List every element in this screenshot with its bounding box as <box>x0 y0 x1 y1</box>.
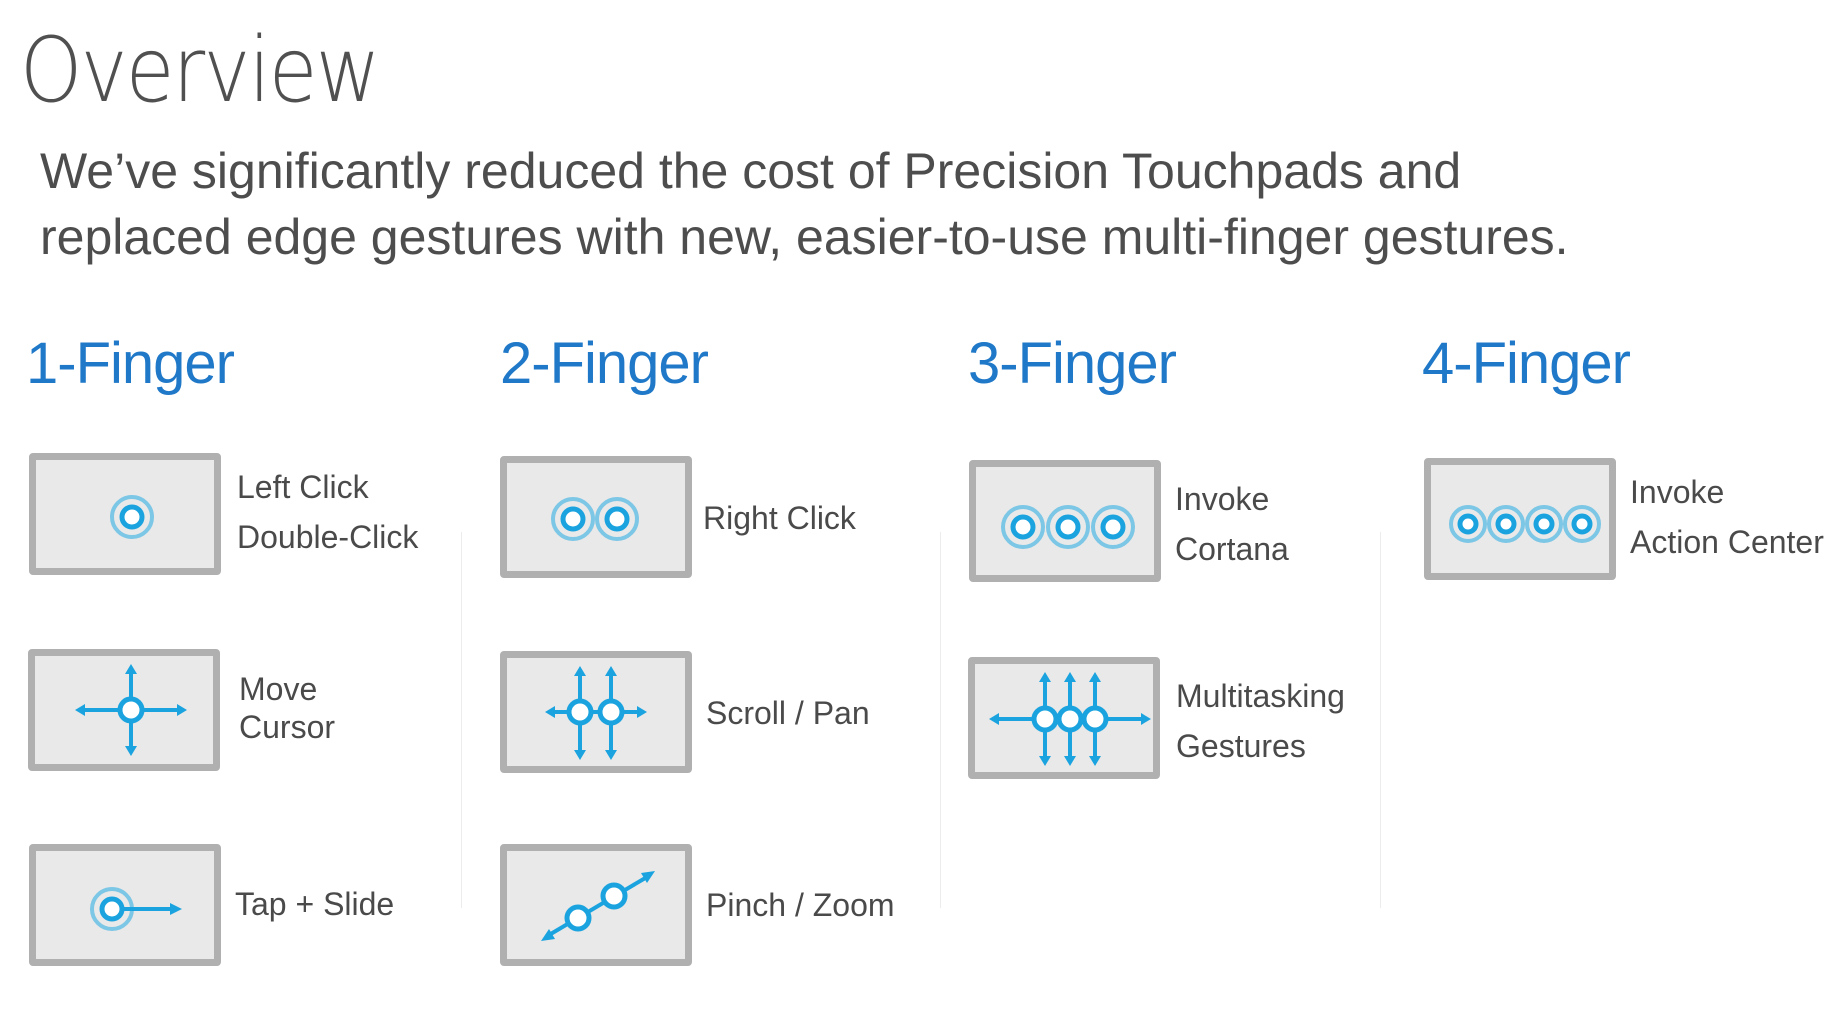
slide-title: Overview <box>20 18 381 123</box>
four-finger-tap-icon <box>1449 505 1601 543</box>
gesture-label-line: Double-Click <box>237 519 419 555</box>
pinch-zoom-icon <box>541 871 655 941</box>
move-cursor-icon <box>75 664 187 756</box>
gesture-label: Pinch / Zoom <box>706 880 895 930</box>
gesture-label-line: Tap + Slide <box>235 886 395 922</box>
single-tap-icon <box>110 495 154 539</box>
gesture-label-line: Invoke <box>1175 481 1270 517</box>
column-heading: 3-Finger <box>968 331 1177 396</box>
column-heading: 1-Finger <box>26 331 235 396</box>
gesture-label: Right Click <box>703 493 856 543</box>
gesture-label-line: Scroll / Pan <box>706 695 870 731</box>
gesture-label-line: Invoke <box>1630 474 1725 510</box>
column-divider <box>461 532 462 908</box>
two-finger-tap-icon <box>551 497 639 541</box>
column-divider <box>1380 532 1381 908</box>
gesture-pad-scroll-pan <box>500 651 692 773</box>
gesture-label: Tap + Slide <box>235 879 394 929</box>
three-finger-tap-icon <box>1001 505 1135 549</box>
gesture-pad-left-click <box>29 453 221 575</box>
gesture-label: Left Click Double-Click <box>237 462 418 562</box>
gesture-label: Move Cursor <box>239 670 335 746</box>
gesture-label-line: Gestures <box>1176 728 1306 764</box>
subtitle-line: replaced edge gestures with new, easier-… <box>40 209 1569 265</box>
gesture-label: Scroll / Pan <box>706 688 870 738</box>
gesture-label-line: Multitasking <box>1176 678 1345 714</box>
gesture-pad-right-click <box>500 456 692 578</box>
multitasking-gestures-icon <box>989 672 1151 766</box>
gesture-label-line: Left Click <box>237 469 369 505</box>
gesture-pad-tap-slide <box>29 844 221 966</box>
gesture-label-line: Cortana <box>1175 531 1289 567</box>
column-heading: 4-Finger <box>1422 331 1631 396</box>
gesture-label: Multitasking Gestures <box>1176 671 1345 771</box>
gesture-pad-action-center <box>1424 458 1616 580</box>
gesture-label-line: Pinch / Zoom <box>706 887 895 923</box>
gesture-pad-move-cursor <box>28 649 220 771</box>
subtitle-line: We’ve significantly reduced the cost of … <box>40 143 1462 199</box>
gesture-label: Invoke Action Center <box>1630 467 1824 567</box>
scroll-pan-icon <box>545 666 647 760</box>
gesture-pad-invoke-cortana <box>969 460 1161 582</box>
gesture-pad-multitasking <box>968 657 1160 779</box>
gesture-label-line: Cursor <box>239 709 336 745</box>
gesture-label: Invoke Cortana <box>1175 474 1289 574</box>
gesture-pad-pinch-zoom <box>500 844 692 966</box>
gesture-label-line: Action Center <box>1630 524 1824 560</box>
column-heading: 2-Finger <box>500 331 709 396</box>
gesture-label-line: Move <box>239 671 318 707</box>
gesture-label-line: Right Click <box>703 500 856 536</box>
slide-subtitle: We’ve significantly reduced the cost of … <box>40 138 1840 270</box>
column-divider <box>940 532 941 908</box>
tap-slide-icon <box>90 887 182 931</box>
